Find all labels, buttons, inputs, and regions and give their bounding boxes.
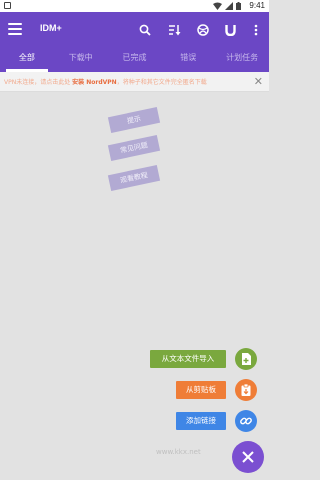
add-link-button[interactable]: [235, 410, 257, 432]
vpn-notice-part2: ，将种子和其它文件完全匿名下载: [116, 79, 207, 86]
vpn-notice-banner[interactable]: VPN未连接，请点击此处 安装 NordVPN，将种子和其它文件完全匿名下载 ✕: [0, 72, 269, 92]
close-icon: [242, 451, 254, 463]
wifi-icon: [213, 2, 222, 10]
tips-card[interactable]: 提示: [107, 106, 161, 134]
close-fab-button[interactable]: [232, 441, 264, 473]
file-add-icon: [242, 353, 251, 365]
clipboard-button[interactable]: [235, 379, 257, 401]
battery-icon: [236, 2, 241, 10]
close-icon[interactable]: ✕: [254, 75, 263, 88]
status-bar: 9:41: [0, 0, 269, 12]
signal-icon: [225, 2, 233, 10]
menu-icon[interactable]: [8, 23, 22, 37]
tab-errors[interactable]: 错误: [161, 48, 215, 72]
import-text-file-label[interactable]: 从文本文件导入: [150, 350, 226, 368]
tab-completed[interactable]: 已完成: [108, 48, 162, 72]
watermark-text: www.kkx.net: [156, 448, 201, 456]
tab-downloading[interactable]: 下载中: [54, 48, 108, 72]
vpn-notice-part1: VPN未连接，请点击此处: [4, 79, 73, 86]
magnet-icon[interactable]: [222, 22, 238, 38]
tab-all[interactable]: 全部: [0, 48, 54, 72]
add-link-label[interactable]: 添加链接: [176, 412, 226, 430]
install-nordvpn-link[interactable]: 安装 NordVPN: [72, 79, 117, 86]
tab-bar: 全部 下载中 已完成 错误 计划任务: [0, 48, 269, 72]
faq-card[interactable]: 常见问题: [107, 134, 161, 162]
notification-icon: [4, 2, 11, 9]
tab-scheduled[interactable]: 计划任务: [215, 48, 269, 72]
more-options-icon[interactable]: [248, 22, 264, 38]
status-icons: [213, 2, 241, 10]
from-clipboard-label[interactable]: 从剪贴板: [176, 381, 226, 399]
clipboard-icon: [241, 384, 251, 396]
import-file-button[interactable]: [235, 348, 257, 370]
globe-icon[interactable]: [195, 22, 211, 38]
app-bar: IDM+: [0, 12, 269, 48]
vpn-notice-text: VPN未连接，请点击此处 安装 NordVPN，将种子和其它文件完全匿名下载: [4, 77, 207, 86]
sort-icon[interactable]: [166, 22, 182, 38]
search-icon[interactable]: [137, 22, 153, 38]
link-icon: [240, 417, 252, 425]
status-time: 9:41: [249, 1, 265, 10]
app-title: IDM+: [40, 23, 62, 33]
tutorial-card[interactable]: 观看教程: [107, 164, 161, 192]
